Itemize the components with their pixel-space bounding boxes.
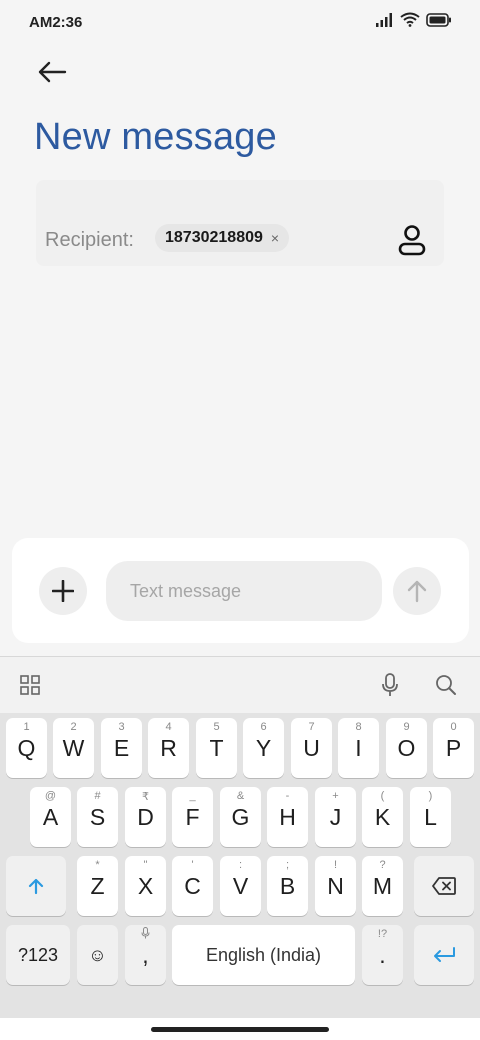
status-bar: AM2:36 <box>0 0 480 44</box>
key-i[interactable]: 8I <box>338 718 379 778</box>
attach-button[interactable] <box>39 567 87 615</box>
backspace-key[interactable] <box>414 856 474 916</box>
recipient-label: Recipient: <box>45 229 134 251</box>
numbers-key[interactable]: ?123 <box>6 925 70 985</box>
apps-grid-icon[interactable] <box>15 670 45 700</box>
home-indicator[interactable] <box>151 1027 329 1032</box>
key-z[interactable]: * Z <box>77 856 118 916</box>
back-button[interactable] <box>30 52 74 92</box>
status-icons <box>376 12 452 27</box>
key-k[interactable]: (K <box>362 787 403 847</box>
message-input[interactable] <box>106 561 382 621</box>
enter-key[interactable] <box>414 925 474 985</box>
recipient-chip-number: 18730218809 <box>165 229 263 246</box>
key-u[interactable]: 7U <box>291 718 332 778</box>
key-c[interactable]: ' C <box>172 856 213 916</box>
key-y[interactable]: 6Y <box>243 718 284 778</box>
key-s[interactable]: # S <box>77 787 118 847</box>
send-button[interactable] <box>393 567 441 615</box>
key-p[interactable]: 0P <box>433 718 474 778</box>
signal-icon <box>376 12 392 27</box>
plus-icon <box>52 580 74 602</box>
key-b[interactable]: ; B <box>267 856 308 916</box>
key-w[interactable]: 2W <box>53 718 94 778</box>
compose-bar <box>12 538 469 643</box>
key-d[interactable]: ₹ D <box>125 787 166 847</box>
key-r[interactable]: 4R <box>148 718 189 778</box>
key-x[interactable]: " X <box>125 856 166 916</box>
emoji-icon: ☺ <box>88 944 107 965</box>
key-o[interactable]: 9O <box>386 718 427 778</box>
contact-picker-button[interactable] <box>394 220 430 260</box>
arrow-up-icon <box>407 580 427 603</box>
mic-small-icon <box>141 927 150 939</box>
key-f[interactable]: _ F <box>172 787 213 847</box>
key-g[interactable]: & G <box>220 787 261 847</box>
keyboard-toolbar <box>0 657 480 713</box>
key-t[interactable]: 5T <box>196 718 237 778</box>
page-title: New message <box>34 116 277 158</box>
recipient-field[interactable]: Recipient: 18730218809 × <box>36 180 444 266</box>
keyboard: 1Q 2W 3E 4R 5T 6Y 7U 8I 9O 0P @ A # S ₹ D _… <box>0 656 480 1040</box>
wifi-icon <box>400 12 420 27</box>
shift-arrow-icon <box>28 878 44 895</box>
recipient-chip[interactable]: 18730218809 × <box>155 224 290 252</box>
key-m[interactable]: ? M <box>362 856 403 916</box>
person-icon <box>398 225 426 256</box>
status-time: AM2:36 <box>29 14 83 31</box>
emoji-key[interactable]: ☺ <box>77 925 118 985</box>
back-arrow-icon <box>38 61 67 83</box>
key-e[interactable]: 3E <box>101 718 142 778</box>
space-key[interactable]: English (India) <box>172 925 355 985</box>
period-key[interactable]: !?. <box>362 925 403 985</box>
key-v[interactable]: :V <box>220 856 261 916</box>
key-j[interactable]: + J <box>315 787 356 847</box>
microphone-icon[interactable] <box>375 670 405 700</box>
shift-key[interactable] <box>6 856 66 916</box>
key-l[interactable]: ) L <box>410 787 451 847</box>
search-icon[interactable] <box>431 670 461 700</box>
enter-icon <box>434 947 455 962</box>
battery-icon <box>426 12 451 27</box>
chip-close-icon[interactable]: × <box>271 230 279 246</box>
key-n[interactable]: ! N <box>315 856 356 916</box>
backspace-icon <box>432 877 456 895</box>
key-h[interactable]: -H <box>267 787 308 847</box>
comma-key[interactable]: , <box>125 925 166 985</box>
key-q[interactable]: 1Q <box>6 718 47 778</box>
key-a[interactable]: @ A <box>30 787 71 847</box>
